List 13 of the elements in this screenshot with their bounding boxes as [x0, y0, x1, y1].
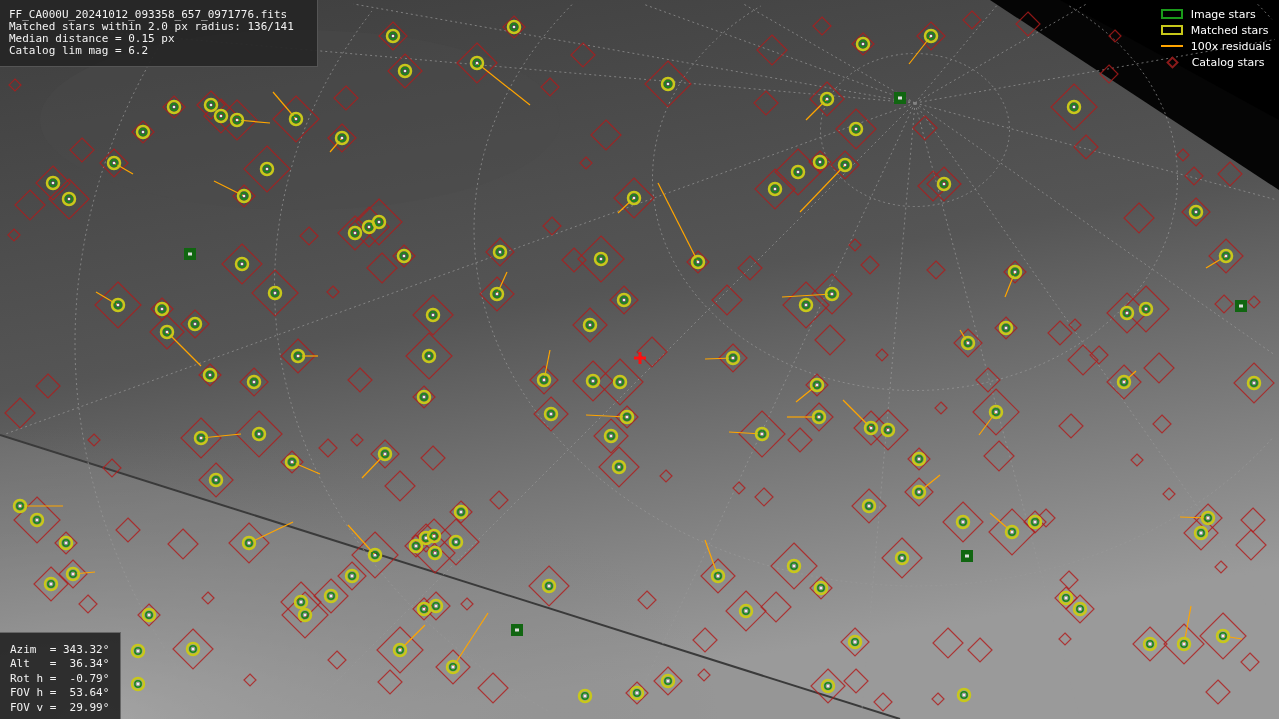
legend-label: Catalog stars — [1191, 55, 1265, 69]
info-text: FF_CA000U_20241012_093358_657_0971776.fits — [9, 9, 289, 21]
legend-label: Matched stars — [1190, 23, 1269, 37]
info-text: Median distance = 0.15 px — [9, 33, 176, 45]
pointing-text: FOV h = 53.64° — [10, 686, 110, 701]
info-text: Catalog lim mag = 6.2 — [9, 45, 150, 57]
pointing-text: FOV v = 29.99° — [10, 700, 110, 715]
info-text: Matched stars within 2.0 px radius: 136/141 — [9, 21, 295, 33]
pointing-text: Rot h = -0.79° — [10, 671, 110, 686]
legend-label: Image stars — [1190, 7, 1256, 21]
pointing-text: Azim = 343.32° — [10, 642, 110, 657]
legend-label: 100x residuals — [1190, 39, 1271, 53]
pointing-text: Alt = 36.34° — [10, 657, 110, 672]
